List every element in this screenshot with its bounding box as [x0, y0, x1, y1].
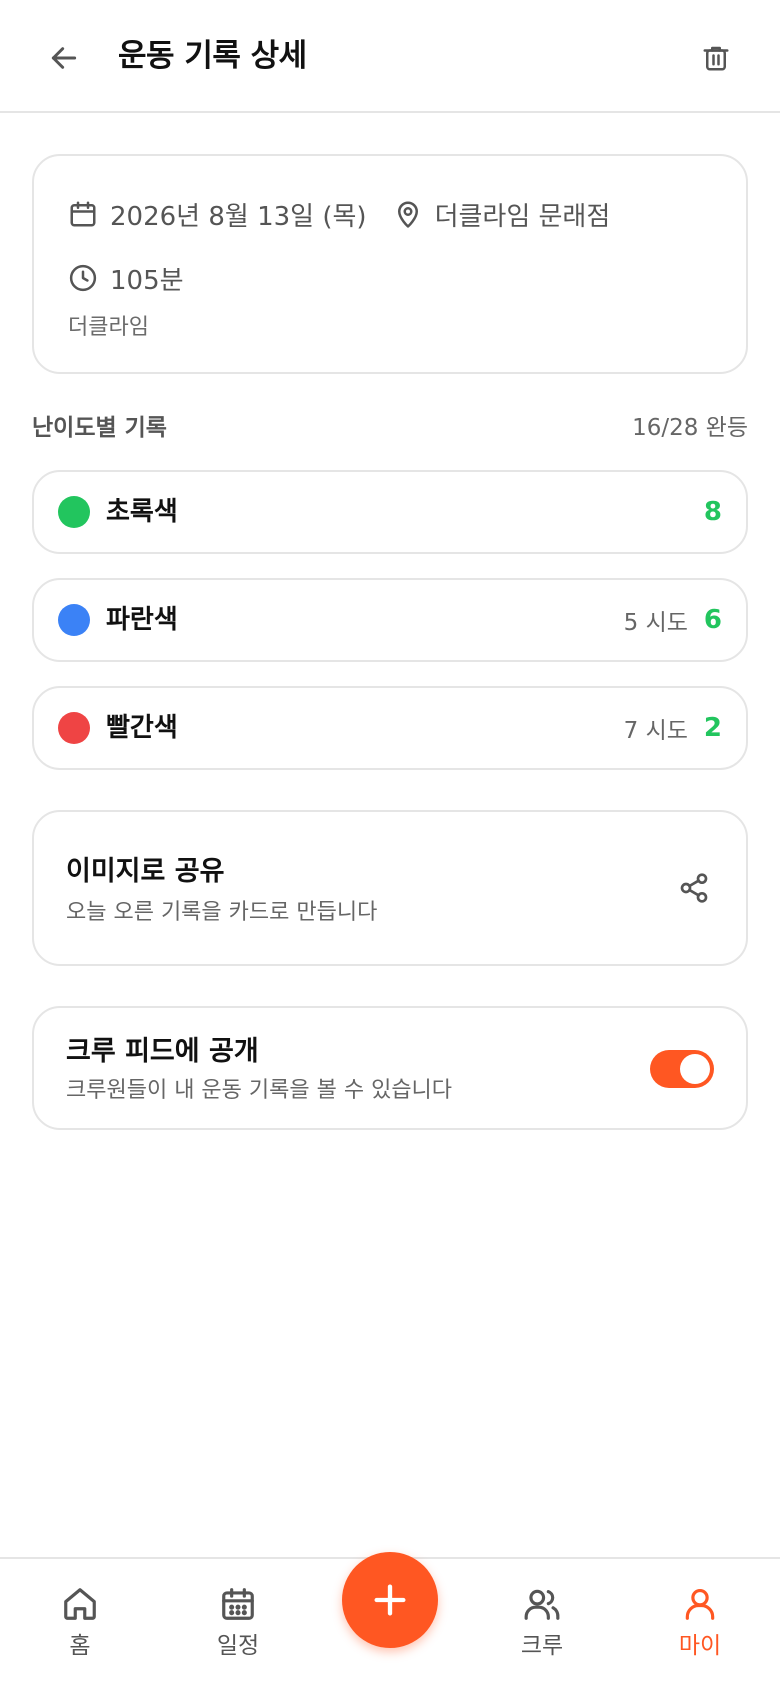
- share-subtitle: 오늘 오른 기록을 카드로 만듭니다: [66, 900, 378, 925]
- difficulty-section-title: 난이도별 기록: [32, 415, 167, 441]
- blue-color-dot: [58, 604, 90, 636]
- trash-icon: [703, 46, 729, 71]
- plus-icon: [374, 1584, 406, 1616]
- crew-feed-subtitle: 크루원들이 내 운동 기록을 볼 수 있습니다: [66, 1078, 453, 1103]
- red-color-dot: [58, 712, 90, 744]
- nav-my[interactable]: 마이: [640, 1585, 760, 1675]
- calendar-icon: [222, 1588, 254, 1620]
- share-icon: [680, 873, 708, 903]
- nav-schedule[interactable]: 일정: [178, 1585, 298, 1675]
- difficulty-row-green[interactable]: 초록색 8: [32, 470, 748, 554]
- difficulty-label: 파란색: [106, 605, 178, 635]
- nav-schedule-label: 일정: [216, 1633, 260, 1659]
- arrow-left-icon: [51, 47, 77, 69]
- workout-location: 더클라임 문래점: [434, 201, 611, 232]
- workout-detail-screen: 운동 기록 상세 2026년 8월 13일 (목) 더클라임 문래점 105분 …: [0, 0, 780, 1688]
- green-color-dot: [58, 496, 90, 528]
- toggle-knob: [680, 1054, 710, 1084]
- workout-duration: 105분: [110, 265, 184, 296]
- nav-home-label: 홈: [69, 1633, 91, 1659]
- add-workout-button[interactable]: [342, 1552, 438, 1648]
- user-icon: [685, 1588, 715, 1620]
- nav-crew-label: 크루: [520, 1633, 564, 1659]
- delete-button[interactable]: [692, 34, 740, 82]
- map-pin-icon: [397, 201, 418, 228]
- share-button[interactable]: [672, 866, 716, 910]
- attempt-count: 7 시도: [623, 718, 688, 744]
- crew-feed-visibility-card: 크루 피드에 공개 크루원들이 내 운동 기록을 볼 수 있습니다: [32, 1006, 748, 1130]
- workout-date: 2026년 8월 13일 (목): [110, 201, 367, 232]
- app-header: 운동 기록 상세: [0, 0, 780, 113]
- share-as-image-card[interactable]: 이미지로 공유 오늘 오른 기록을 카드로 만듭니다: [32, 810, 748, 966]
- difficulty-label: 빨간색: [106, 713, 178, 743]
- difficulty-label: 초록색: [106, 497, 178, 527]
- nav-my-label: 마이: [678, 1633, 722, 1659]
- send-count: 8: [703, 497, 722, 527]
- date-location-row: 2026년 8월 13일 (목) 더클라임 문래점: [68, 192, 610, 236]
- home-icon: [64, 1588, 96, 1620]
- clock-icon: [69, 264, 97, 292]
- crew-feed-toggle[interactable]: [650, 1050, 714, 1088]
- back-button[interactable]: [40, 34, 88, 82]
- nav-home[interactable]: 홈: [20, 1585, 140, 1675]
- duration-row: 105분: [68, 256, 184, 300]
- attempt-count: 5 시도: [623, 610, 688, 636]
- difficulty-row-blue[interactable]: 파란색 5 시도 6: [32, 578, 748, 662]
- send-count: 6: [703, 605, 722, 635]
- page-title: 운동 기록 상세: [118, 38, 307, 74]
- nav-crew[interactable]: 크루: [482, 1585, 602, 1675]
- workout-info-card: 2026년 8월 13일 (목) 더클라임 문래점 105분 더클라임: [32, 154, 748, 374]
- difficulty-row-red[interactable]: 빨간색 7 시도 2: [32, 686, 748, 770]
- completion-summary: 16/28 완등: [632, 415, 748, 441]
- send-count: 2: [703, 713, 722, 743]
- users-icon: [524, 1589, 560, 1620]
- crew-feed-title: 크루 피드에 공개: [66, 1036, 259, 1067]
- gym-name: 더클라임: [68, 315, 149, 340]
- share-title: 이미지로 공유: [66, 856, 225, 887]
- calendar-icon: [70, 201, 96, 227]
